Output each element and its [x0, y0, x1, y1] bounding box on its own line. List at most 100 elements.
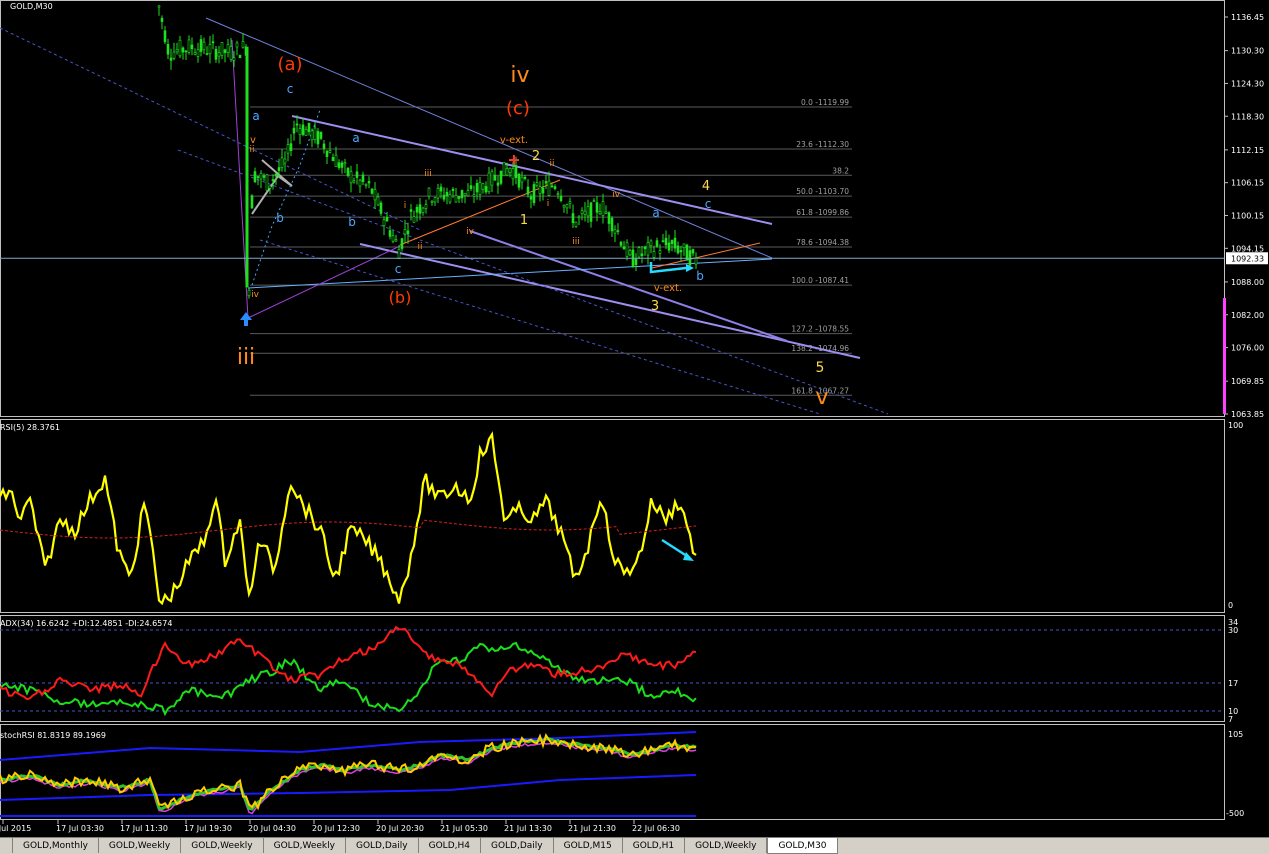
chart-tab-bar: GOLD,Monthly GOLD,Weekly GOLD,Weekly GOLD,W…	[0, 837, 1269, 854]
candle-body	[472, 194, 476, 197]
candle-body	[658, 250, 662, 254]
rsi-title: RSI(5) 28.3761	[0, 423, 60, 432]
tab-chart-0[interactable]: GOLD,Monthly	[13, 838, 99, 853]
trend-lines	[0, 17, 889, 415]
candle-body	[619, 241, 623, 246]
candle-body	[340, 162, 344, 168]
candle-body	[649, 240, 653, 247]
candle-body	[232, 57, 236, 61]
candle-body	[604, 211, 608, 214]
candle-body	[622, 246, 626, 250]
tab-chart-2[interactable]: GOLD,Weekly	[181, 838, 264, 853]
candle-body	[580, 210, 584, 215]
candle-body	[553, 186, 557, 190]
candle-body	[286, 144, 290, 154]
candle-body	[652, 250, 656, 258]
candle-body	[265, 174, 269, 191]
candle-body	[571, 213, 575, 224]
candle-body	[628, 250, 632, 256]
candle-body	[559, 195, 563, 201]
candle-body	[370, 188, 374, 194]
tab-chart-9[interactable]: GOLD,Weekly	[685, 838, 768, 853]
candle-body	[301, 124, 305, 135]
candle-body	[502, 162, 506, 177]
candle-body	[568, 201, 572, 205]
candle-body	[475, 183, 479, 193]
candle-body	[175, 49, 179, 53]
price-tick-label: 1100.15	[1231, 212, 1264, 221]
price-tick-label: 1106.15	[1231, 179, 1264, 188]
candle-body	[547, 180, 551, 196]
candle-body	[373, 189, 377, 201]
candle-body	[544, 181, 548, 184]
adx-title: ADX(34) 16.6242 +DI:12.4851 -DI:24.6574	[0, 619, 172, 628]
wave-label: a	[352, 131, 359, 145]
candle-body	[511, 168, 515, 180]
candle-body	[199, 39, 203, 52]
candle-body	[274, 173, 278, 177]
candle-body	[208, 43, 212, 55]
wave-label: 3	[651, 299, 659, 314]
candle-body	[418, 204, 422, 214]
rsi-tick-label: 0	[1228, 601, 1233, 610]
candle-body	[280, 157, 284, 168]
candle-body	[364, 184, 368, 186]
candle-body	[298, 128, 302, 135]
wave-label: 4	[702, 179, 710, 194]
tab-chart-4[interactable]: GOLD,Daily	[346, 838, 419, 853]
candle-body	[535, 182, 539, 186]
candle-body	[496, 182, 500, 186]
fib-level-label: 0.0 -1119.99	[801, 98, 849, 107]
candle-body	[526, 186, 530, 195]
tab-chart-10[interactable]: GOLD,M30	[767, 838, 838, 854]
candle-body	[253, 171, 257, 183]
candle-body	[307, 122, 311, 132]
tab-chart-5[interactable]: GOLD,H4	[419, 838, 481, 853]
candle-body	[460, 189, 464, 199]
wave-label: c	[287, 82, 294, 96]
stoch-tick-label: 00	[1234, 809, 1244, 818]
candle-body	[277, 167, 281, 171]
wave-label: iii	[572, 237, 580, 247]
candle-body	[388, 230, 392, 237]
time-tick-label: 22 Jul 06:30	[632, 824, 680, 833]
candle-body	[334, 154, 338, 167]
price-tick-label: 1076.00	[1231, 344, 1264, 353]
price-tick-label: 1136.45	[1231, 13, 1264, 22]
fib-level-label: 61.8 -1099.86	[796, 208, 849, 217]
wave-label: (c)	[506, 98, 530, 119]
tab-chart-1[interactable]: GOLD,Weekly	[99, 838, 182, 853]
chart-stage[interactable]: 0.0 -1119.99 23.6 -1112.30 38.2 50.0 -1103.…	[0, 0, 1269, 853]
candle-body	[637, 247, 641, 258]
wave-label: iv	[466, 227, 475, 237]
candle-body	[391, 235, 395, 242]
candle-body	[541, 187, 545, 194]
wave-label: iii	[237, 345, 255, 370]
adx-plus-di-line	[0, 641, 697, 717]
candle-body	[670, 240, 674, 244]
candle-body	[673, 237, 677, 249]
candle-body	[295, 123, 299, 126]
candle-body	[310, 130, 314, 141]
candle-body	[163, 30, 167, 43]
candle-body	[256, 176, 260, 178]
tab-chart-7[interactable]: GOLD,M15	[554, 838, 623, 853]
candle-body	[268, 185, 272, 189]
candle-body	[634, 258, 638, 266]
wave-label: v	[815, 385, 828, 410]
stoch-tick-label: 105	[1228, 730, 1243, 739]
candle-body	[337, 162, 341, 168]
candle-body	[577, 216, 581, 219]
rsi-tick-label: 100	[1228, 421, 1243, 430]
candle-body	[361, 174, 365, 182]
candle-body	[400, 238, 404, 249]
tab-chart-8[interactable]: GOLD,H1	[623, 838, 686, 853]
candle-body	[214, 48, 218, 60]
candle-body	[346, 167, 350, 176]
tab-chart-3[interactable]: GOLD,Weekly	[264, 838, 346, 853]
price-tick-label: 1082.00	[1231, 311, 1264, 320]
candle-body	[514, 165, 518, 178]
candle-body	[487, 172, 491, 192]
candle-body	[187, 39, 191, 53]
tab-chart-6[interactable]: GOLD,Daily	[481, 838, 554, 853]
